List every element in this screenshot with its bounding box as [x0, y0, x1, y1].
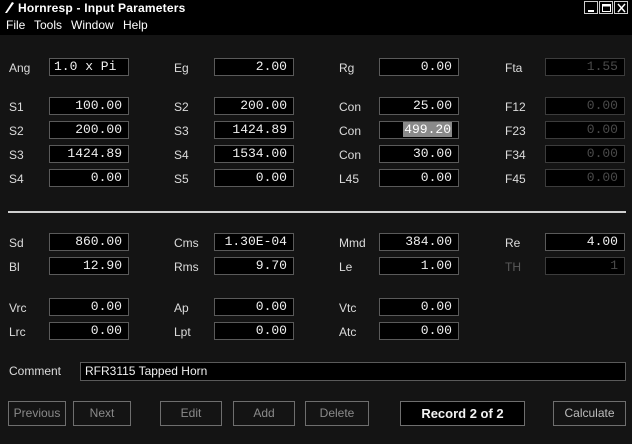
rms-field[interactable]: 9.70 [214, 257, 294, 275]
s3-label: S3 [174, 124, 189, 138]
con3-label: Con [339, 148, 362, 162]
close-icon [617, 3, 626, 13]
s4-label: S4 [174, 148, 189, 162]
f23-field: 0.00 [545, 121, 625, 139]
atc-label: Atc [339, 325, 357, 339]
edit-button[interactable]: Edit [160, 401, 222, 426]
minimize-button[interactable] [584, 1, 598, 14]
mmd-field[interactable]: 384.00 [379, 233, 459, 251]
l45-label: L45 [339, 172, 360, 186]
input-panel: Ang 1.0 x Pi Eg 2.00 Rg 0.00 Fta 1.55 S1… [0, 35, 632, 444]
con1-label: Con [339, 100, 362, 114]
s1-label: S1 [9, 100, 24, 114]
lrc-label: Lrc [9, 325, 26, 339]
le-field[interactable]: 1.00 [379, 257, 459, 275]
th-label: TH [505, 260, 521, 274]
title-bar: Hornresp - Input Parameters [0, 0, 632, 16]
s1-field[interactable]: 100.00 [49, 97, 129, 115]
s2-label: S2 [174, 100, 189, 114]
f34-field: 0.00 [545, 145, 625, 163]
ang-label: Ang [9, 61, 31, 75]
con3-field[interactable]: 30.00 [379, 145, 459, 163]
rg-label: Rg [339, 61, 355, 75]
f12-label: F12 [505, 100, 526, 114]
comment-label: Comment [9, 364, 62, 378]
con1-field[interactable]: 25.00 [379, 97, 459, 115]
s4-field[interactable]: 1534.00 [214, 145, 294, 163]
s2-field[interactable]: 200.00 [214, 97, 294, 115]
sd-field[interactable]: 860.00 [49, 233, 129, 251]
th-field: 1 [545, 257, 625, 275]
maximize-button[interactable] [599, 1, 613, 14]
f45-label: F45 [505, 172, 526, 186]
record-indicator: Record 2 of 2 [400, 401, 525, 426]
cms-label: Cms [174, 236, 199, 250]
s2-seg2-label: S2 [9, 124, 24, 138]
vrc-label: Vrc [9, 301, 27, 315]
rg-field[interactable]: 0.00 [379, 58, 459, 76]
s5-label: S5 [174, 172, 189, 186]
f45-field: 0.00 [545, 169, 625, 187]
fta-field: 1.55 [545, 58, 625, 76]
cms-field[interactable]: 1.30E-04 [214, 233, 294, 251]
ap-label: Ap [174, 301, 189, 315]
previous-button[interactable]: Previous [8, 401, 66, 426]
atc-field[interactable]: 0.00 [379, 322, 459, 340]
con2-selected-text: 499.20 [403, 122, 452, 137]
comment-field[interactable]: RFR3115 Tapped Horn [80, 362, 626, 381]
s4-seg4-field[interactable]: 0.00 [49, 169, 129, 187]
mmd-label: Mmd [339, 236, 366, 250]
add-button[interactable]: Add [233, 401, 295, 426]
bl-label: Bl [9, 260, 20, 274]
l45-field[interactable]: 0.00 [379, 169, 459, 187]
menu-bar: File Tools Window Help [0, 17, 632, 34]
horn-app-icon [5, 2, 14, 13]
le-label: Le [339, 260, 353, 274]
ang-field[interactable]: 1.0 x Pi [49, 58, 129, 76]
fta-label: Fta [505, 61, 523, 75]
menu-tools[interactable]: Tools [34, 18, 62, 32]
re-field[interactable]: 4.00 [545, 233, 625, 251]
s2-seg2-field[interactable]: 200.00 [49, 121, 129, 139]
eg-label: Eg [174, 61, 189, 75]
vtc-label: Vtc [339, 301, 357, 315]
maximize-icon [602, 4, 611, 12]
window-title: Hornresp - Input Parameters [18, 1, 186, 15]
ap-field[interactable]: 0.00 [214, 298, 294, 316]
menu-file[interactable]: File [6, 18, 25, 32]
vrc-field[interactable]: 0.00 [49, 298, 129, 316]
s5-field[interactable]: 0.00 [214, 169, 294, 187]
section-divider [8, 211, 626, 213]
sd-label: Sd [9, 236, 24, 250]
bl-field[interactable]: 12.90 [49, 257, 129, 275]
s3-seg3-label: S3 [9, 148, 24, 162]
close-button[interactable] [614, 1, 628, 14]
s4-seg4-label: S4 [9, 172, 24, 186]
minimize-icon [588, 10, 594, 12]
f12-field: 0.00 [545, 97, 625, 115]
rms-label: Rms [174, 260, 199, 274]
s3-seg3-field[interactable]: 1424.89 [49, 145, 129, 163]
vtc-field[interactable]: 0.00 [379, 298, 459, 316]
lpt-field[interactable]: 0.00 [214, 322, 294, 340]
con2-field[interactable]: 499.20 [379, 121, 459, 139]
calculate-button[interactable]: Calculate [553, 401, 626, 426]
eg-field[interactable]: 2.00 [214, 58, 294, 76]
lpt-label: Lpt [174, 325, 191, 339]
s3-field[interactable]: 1424.89 [214, 121, 294, 139]
menu-window[interactable]: Window [71, 18, 114, 32]
next-button[interactable]: Next [73, 401, 131, 426]
menu-help[interactable]: Help [123, 18, 148, 32]
lrc-field[interactable]: 0.00 [49, 322, 129, 340]
con2-label: Con [339, 124, 362, 138]
re-label: Re [505, 236, 521, 250]
f34-label: F34 [505, 148, 526, 162]
f23-label: F23 [505, 124, 526, 138]
delete-button[interactable]: Delete [305, 401, 369, 426]
